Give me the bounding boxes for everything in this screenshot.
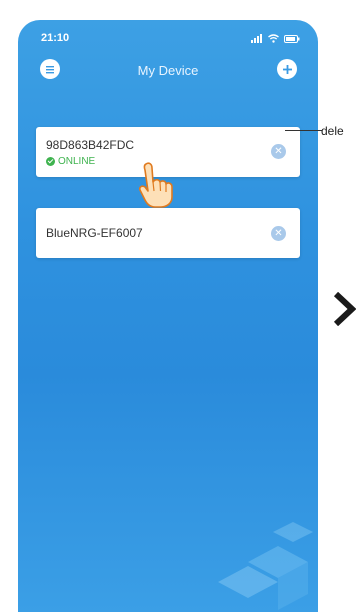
check-icon — [46, 157, 55, 166]
page-title: My Device — [137, 63, 199, 78]
callout-label: dele — [321, 124, 344, 138]
delete-icon: ✕ — [274, 146, 283, 157]
device-status: ONLINE — [46, 156, 95, 167]
background-decoration — [218, 522, 313, 610]
delete-icon: ✕ — [274, 228, 283, 239]
status-time: 21:10 — [41, 32, 70, 44]
status-icons — [251, 30, 300, 48]
delete-button[interactable]: ✕ — [271, 144, 286, 159]
signal-icon — [251, 30, 263, 48]
chevron-right-icon — [334, 292, 356, 326]
app-header: My Device — [18, 54, 318, 86]
battery-icon — [284, 30, 300, 48]
add-device-button[interactable] — [277, 59, 297, 79]
device-card[interactable]: BlueNRG-EF6007 ✕ — [36, 208, 300, 258]
pointing-hand-icon — [139, 162, 173, 208]
device-name: BlueNRG-EF6007 — [46, 226, 143, 240]
device-status-label: ONLINE — [58, 156, 96, 167]
status-bar: 21:10 — [18, 20, 318, 54]
add-icon — [282, 64, 292, 74]
device-name: 98D863B42FDC — [46, 138, 135, 152]
delete-button[interactable]: ✕ — [271, 226, 286, 241]
wifi-icon — [268, 30, 279, 48]
callout-line — [285, 130, 322, 131]
app-screen: 21:10 My Device 98D863B42FDC ONLINE ✕ Bl… — [18, 20, 318, 612]
